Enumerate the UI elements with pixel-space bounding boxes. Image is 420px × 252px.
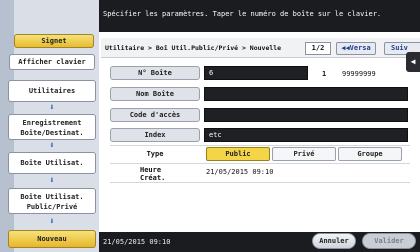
cancel-button[interactable]: Annuler: [312, 233, 356, 249]
step-boite-utilisat[interactable]: Boîte Utilisat.: [8, 152, 96, 174]
divider: [110, 182, 410, 183]
nouveau-button[interactable]: Nouveau: [8, 230, 96, 248]
password-label[interactable]: Code d'accès: [110, 108, 200, 122]
box-name-input[interactable]: [204, 87, 408, 101]
down-arrow-icon: ⬇: [49, 141, 55, 151]
down-arrow-icon: ⬇: [49, 103, 55, 113]
created-label: Heure Créat.: [140, 166, 166, 182]
type-option-prive[interactable]: Privé: [272, 147, 336, 161]
password-input[interactable]: [204, 108, 408, 122]
step-boite-utilisat-public[interactable]: Boîte Utilisat. Public/Privé: [8, 188, 96, 214]
type-label: Type: [146, 150, 164, 158]
box-number-input[interactable]: 6: [204, 66, 308, 80]
type-option-public[interactable]: Public: [206, 147, 270, 161]
divider: [110, 163, 410, 164]
box-number-count: 1: [322, 70, 327, 78]
instruction-text: Spécifier les paramètres. Taper le numér…: [103, 10, 382, 18]
breadcrumb: Utilitaire > Boî Util.Public/Privé > Nou…: [105, 44, 282, 52]
ok-button[interactable]: Valider: [362, 233, 416, 249]
afficher-clavier-button[interactable]: Afficher clavier: [9, 54, 95, 70]
down-arrow-icon: ⬇: [49, 176, 55, 186]
box-number-label[interactable]: N° Boîte: [110, 66, 200, 80]
step-enregistrement[interactable]: Enregistrement Boîte/Destinat.: [8, 114, 96, 140]
divider: [110, 145, 410, 146]
side-tab-left-arrow-icon[interactable]: ◀: [406, 52, 420, 72]
index-label[interactable]: Index: [110, 128, 200, 142]
box-name-label[interactable]: Nom Boîte: [110, 87, 200, 101]
down-arrow-icon: ⬇: [49, 217, 55, 227]
type-option-groupe[interactable]: Groupe: [338, 147, 402, 161]
status-datetime: 21/05/2015 09:10: [103, 238, 171, 246]
box-number-mask: 99999999: [342, 70, 376, 78]
created-value: 21/05/2015 09:10: [206, 168, 274, 176]
signet-button[interactable]: Signet: [14, 34, 94, 48]
page-indicator: 1/2: [305, 42, 331, 55]
index-input[interactable]: etc: [204, 128, 408, 142]
step-utilitaires[interactable]: Utilitaires: [8, 80, 96, 102]
prev-page-button[interactable]: ◀◀Versa: [336, 42, 376, 55]
